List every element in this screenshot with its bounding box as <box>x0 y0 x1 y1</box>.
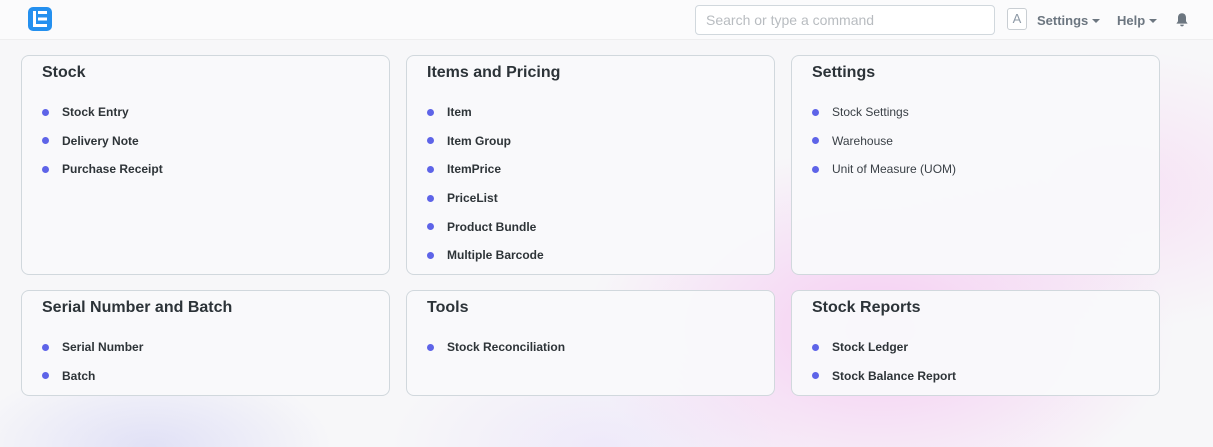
bullet-icon <box>812 108 819 116</box>
card-link-list: Stock Ledger Stock Balance Report <box>812 333 956 390</box>
bell-icon[interactable] <box>1175 12 1189 28</box>
card-link-list: Item Item Group ItemPrice PriceList Prod… <box>427 98 544 270</box>
settings-dropdown-label: Settings <box>1037 13 1089 28</box>
card-stock-reports: Stock Reports Stock Ledger Stock Balance… <box>791 290 1160 396</box>
card-serial-number-and-batch: Serial Number and Batch Serial Number Ba… <box>21 290 390 396</box>
bullet-icon <box>42 343 49 351</box>
card-link-list: Stock Reconciliation <box>427 333 565 362</box>
bullet-icon <box>812 372 819 380</box>
card-link-stock-settings[interactable]: Stock Settings <box>812 98 956 127</box>
bullet-icon <box>42 137 49 145</box>
link-label: ItemPrice <box>447 162 502 177</box>
bullet-icon <box>427 251 434 259</box>
card-link-serial-number[interactable]: Serial Number <box>42 333 143 362</box>
help-dropdown-label: Help <box>1117 13 1146 28</box>
card-title: Stock Reports <box>812 299 921 316</box>
bullet-icon <box>427 343 434 351</box>
link-label: Stock Settings <box>832 105 909 120</box>
bullet-icon <box>812 343 819 351</box>
link-label: Stock Entry <box>62 105 129 120</box>
card-stock: Stock Stock Entry Delivery Note Purchase… <box>21 55 390 275</box>
erpnext-logo-icon[interactable] <box>28 7 52 31</box>
card-title: Tools <box>427 299 469 316</box>
link-label: Warehouse <box>832 133 893 148</box>
card-link-uom[interactable]: Unit of Measure (UOM) <box>812 155 956 184</box>
navbar: A Settings Help <box>0 0 1213 40</box>
bullet-icon <box>427 194 434 202</box>
card-settings: Settings Stock Settings Warehouse Unit o… <box>791 55 1160 275</box>
card-title: Stock <box>42 64 86 81</box>
link-label: Serial Number <box>62 340 144 355</box>
link-label: Batch <box>62 368 96 383</box>
card-link-batch[interactable]: Batch <box>42 362 143 391</box>
card-link-item-price[interactable]: ItemPrice <box>427 155 544 184</box>
bullet-icon <box>427 108 434 116</box>
settings-dropdown[interactable]: Settings <box>1037 13 1101 28</box>
link-label: Stock Reconciliation <box>447 340 566 355</box>
chevron-down-icon <box>1092 19 1101 23</box>
card-link-price-list[interactable]: PriceList <box>427 184 544 213</box>
card-link-item[interactable]: Item <box>427 98 544 127</box>
avatar[interactable]: A <box>1007 8 1027 30</box>
card-link-list: Stock Entry Delivery Note Purchase Recei… <box>42 98 163 184</box>
bullet-icon <box>42 372 49 380</box>
card-link-multiple-barcode[interactable]: Multiple Barcode <box>427 241 544 270</box>
help-dropdown[interactable]: Help <box>1117 13 1158 28</box>
chevron-down-icon <box>1149 19 1158 23</box>
link-label: Unit of Measure (UOM) <box>832 162 957 177</box>
card-link-delivery-note[interactable]: Delivery Note <box>42 127 163 156</box>
card-tools: Tools Stock Reconciliation <box>406 290 775 396</box>
card-link-product-bundle[interactable]: Product Bundle <box>427 212 544 241</box>
bullet-icon <box>427 165 434 173</box>
card-link-stock-reconciliation[interactable]: Stock Reconciliation <box>427 333 565 362</box>
link-label: Item <box>447 105 472 120</box>
card-title: Serial Number and Batch <box>42 299 233 316</box>
bullet-icon <box>42 108 49 116</box>
card-title: Settings <box>812 64 876 81</box>
card-link-list: Serial Number Batch <box>42 333 143 390</box>
link-label: Stock Ledger <box>832 340 909 355</box>
card-link-purchase-receipt[interactable]: Purchase Receipt <box>42 155 163 184</box>
link-label: Multiple Barcode <box>447 248 544 263</box>
card-title: Items and Pricing <box>427 64 561 81</box>
card-link-item-group[interactable]: Item Group <box>427 127 544 156</box>
link-label: Purchase Receipt <box>62 162 163 177</box>
card-items-and-pricing: Items and Pricing Item Item Group ItemPr… <box>406 55 775 275</box>
card-link-warehouse[interactable]: Warehouse <box>812 127 956 156</box>
link-label: Item Group <box>447 133 512 148</box>
bullet-icon <box>427 223 434 231</box>
bullet-icon <box>42 165 49 173</box>
link-label: Product Bundle <box>447 219 537 234</box>
card-link-list: Stock Settings Warehouse Unit of Measure… <box>812 98 956 184</box>
link-label: Stock Balance Report <box>832 368 957 383</box>
search-input[interactable] <box>695 5 995 35</box>
link-label: PriceList <box>447 191 498 206</box>
bullet-icon <box>812 137 819 145</box>
bullet-icon <box>427 137 434 145</box>
bullet-icon <box>812 165 819 173</box>
card-link-stock-ledger[interactable]: Stock Ledger <box>812 333 956 362</box>
card-link-stock-balance-report[interactable]: Stock Balance Report <box>812 362 956 391</box>
link-label: Delivery Note <box>62 133 139 148</box>
card-link-stock-entry[interactable]: Stock Entry <box>42 98 163 127</box>
